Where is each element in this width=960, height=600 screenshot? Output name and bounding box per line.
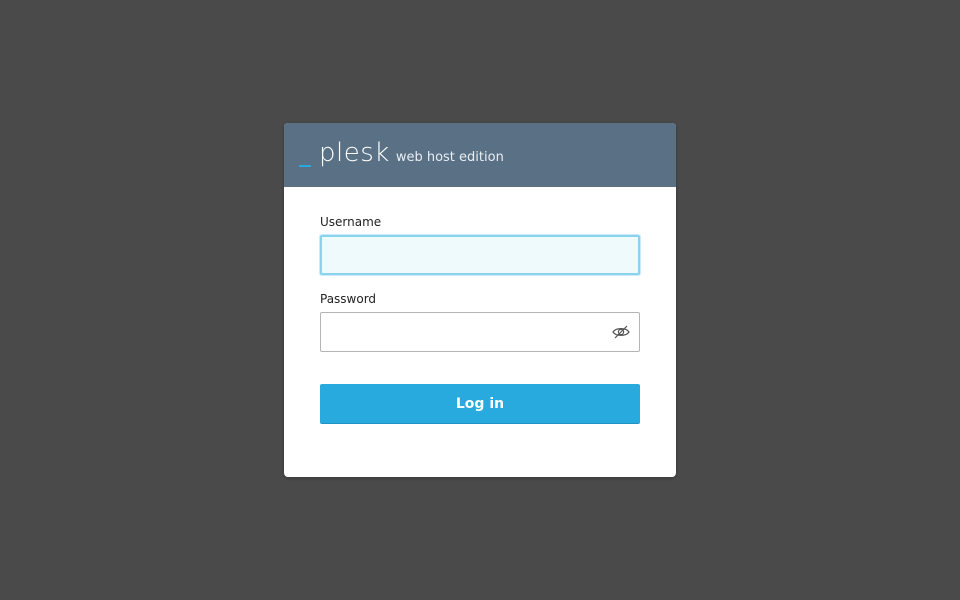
eye-slash-icon[interactable] xyxy=(612,324,630,340)
login-button[interactable]: Log in xyxy=(320,384,640,424)
username-input[interactable] xyxy=(320,235,640,275)
username-field-wrap xyxy=(320,235,640,275)
password-input[interactable] xyxy=(320,312,640,352)
password-label: Password xyxy=(320,292,377,306)
username-label: Username xyxy=(320,215,382,229)
plesk-logo: plesk web host edition xyxy=(319,135,504,171)
logo-wordmark: plesk xyxy=(319,138,390,168)
login-form: Username Password Log in xyxy=(284,187,676,424)
login-card: plesk web host edition Username Password… xyxy=(284,123,676,477)
card-header: plesk web host edition xyxy=(284,123,676,187)
logo-edition-text: web host edition xyxy=(395,150,504,165)
password-field-wrap xyxy=(320,312,640,352)
logo-accent-mark xyxy=(299,165,311,167)
